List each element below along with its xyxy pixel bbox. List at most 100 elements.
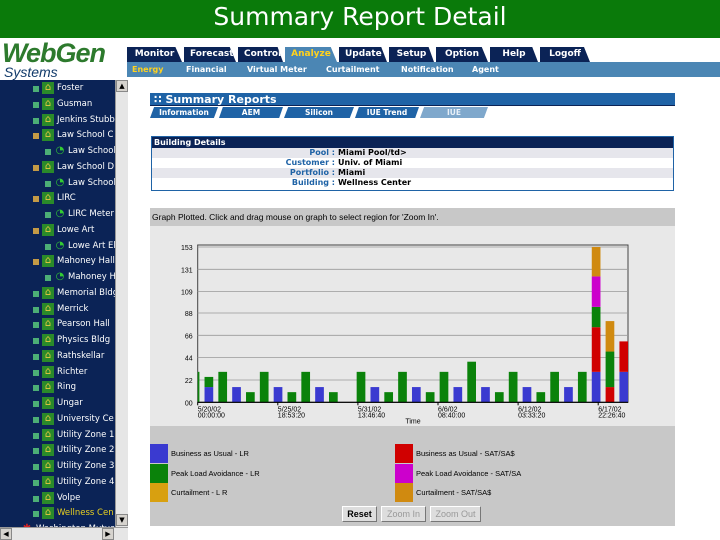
expand-icon[interactable]	[33, 495, 39, 502]
tree-item[interactable]: ⌂ Jenkins Stubb	[0, 113, 115, 128]
summary-tab-silicon-energy[interactable]: Silicon Energy	[284, 107, 354, 118]
summary-tab-iue-summary[interactable]: IUE Summary	[420, 107, 488, 118]
summary-tab-iue-trend[interactable]: IUE Trend	[355, 107, 419, 118]
building-details-panel: Building Details Pool : Miami Pool/td> Cus…	[151, 136, 674, 191]
tree-item[interactable]: ⌂ Volpe	[0, 491, 115, 506]
expand-icon[interactable]	[33, 338, 39, 344]
tree-item[interactable]: ⌂ Rathskellar	[0, 349, 115, 364]
summary-tab-information[interactable]: Information	[150, 107, 218, 118]
nav-tab-logoff[interactable]: Logoff	[540, 47, 590, 62]
summary-tab-aem[interactable]: AEM	[219, 107, 283, 118]
collapse-icon[interactable]	[33, 164, 39, 171]
tree-item[interactable]: ⌂ Gusman	[0, 97, 115, 112]
expand-icon[interactable]	[33, 290, 39, 297]
expand-icon[interactable]	[33, 464, 39, 470]
nav-tab-monitor[interactable]: Monitor	[127, 47, 182, 62]
collapse-icon[interactable]	[33, 259, 39, 266]
nav-tab-forecast[interactable]: Forecast	[184, 47, 236, 62]
tree-item[interactable]: ⌂ Merrick	[0, 302, 115, 317]
tree-item-label: Ring	[57, 382, 77, 393]
tree-item[interactable]: ⌂ University Ce	[0, 412, 115, 427]
expand-icon[interactable]	[33, 306, 39, 313]
tree-item[interactable]: ⌂ Utility Zone 2	[0, 443, 115, 458]
tree-item[interactable]: ⌂ Utility Zone 4	[0, 475, 115, 490]
nav-tab-update[interactable]: Update	[339, 47, 387, 62]
expand-icon[interactable]	[33, 117, 39, 124]
expand-icon[interactable]	[33, 401, 39, 407]
expand-icon[interactable]	[45, 149, 51, 155]
tree-item[interactable]: ◔ Law School	[0, 176, 115, 191]
tree-item[interactable]: ◔ Mahoney H	[0, 270, 115, 285]
expand-icon[interactable]	[33, 353, 39, 360]
subnav-agent[interactable]: Agent	[472, 62, 499, 77]
chart-area[interactable]: 00 22 44 66 88 109 131 153 5/20/02 00:00:00 5/25/0…	[150, 226, 675, 426]
nav-tab-help[interactable]: Help	[490, 47, 538, 62]
tree-item[interactable]: ⌂ Foster	[0, 81, 115, 96]
subnav-curtailment[interactable]: Curtailment	[326, 62, 380, 77]
reset-button[interactable]: Reset	[342, 506, 377, 522]
scroll-left-button[interactable]: ◀	[0, 528, 12, 540]
x-tick-time: 03:33:20	[518, 412, 545, 419]
building-icon: ⌂	[42, 349, 54, 362]
expand-icon[interactable]	[45, 212, 51, 218]
tree-item[interactable]: ⌂ Mahoney Hall	[0, 254, 115, 269]
expand-icon[interactable]	[33, 432, 39, 439]
expand-icon[interactable]	[33, 369, 39, 376]
tree-item[interactable]: ⌂ Wellness Cen	[0, 506, 115, 521]
stacked-bar-chart[interactable]: 00224466881091311535/20/0200:00:005/25/0…	[150, 226, 675, 426]
tree-item[interactable]: ◔ Lowe Art El	[0, 239, 115, 254]
expand-icon[interactable]	[33, 86, 39, 92]
tree-item[interactable]: ⌂ Physics Bldg	[0, 333, 115, 348]
nav-tab-option[interactable]: Option	[436, 47, 488, 62]
tree-item[interactable]: ⌂ Pearson Hall	[0, 317, 115, 332]
tree-item-label: LIRC	[57, 193, 76, 204]
collapse-icon[interactable]	[33, 227, 39, 234]
nav-tab-setup[interactable]: Setup	[389, 47, 434, 62]
scroll-right-button[interactable]: ▶	[102, 528, 114, 540]
tree-item[interactable]: ◔ LIRC Meter	[0, 207, 115, 222]
scroll-up-button[interactable]: ▲	[116, 80, 128, 92]
expand-icon[interactable]	[33, 448, 39, 455]
expand-icon[interactable]	[33, 101, 39, 108]
tree-item[interactable]: ⌂ Utility Zone 1	[0, 428, 115, 443]
subnav-virtual-meter[interactable]: Virtual Meter	[247, 62, 307, 77]
expand-icon[interactable]	[33, 416, 39, 423]
zoom-out-button[interactable]: Zoom Out	[430, 506, 481, 522]
zoom-in-button[interactable]: Zoom In	[381, 506, 426, 522]
x-tick-time: 08:40:00	[438, 412, 465, 419]
subnav-energy[interactable]: Energy	[132, 62, 163, 77]
expand-icon[interactable]	[33, 479, 39, 486]
x-tick-time: 22:26:40	[598, 412, 625, 419]
tree-item[interactable]: ⌂ Law School C	[0, 128, 115, 143]
bar-segment	[591, 247, 601, 277]
tree-item[interactable]: ⌂ Lowe Art	[0, 223, 115, 238]
tree-item[interactable]: ⌂ Ring	[0, 380, 115, 395]
expand-icon[interactable]	[45, 243, 51, 250]
nav-tab-control[interactable]: Control	[238, 47, 283, 62]
expand-icon[interactable]	[33, 385, 39, 392]
tree-item[interactable]: ⌂ Memorial Bldg	[0, 286, 115, 301]
tree-item-label: University Ce	[57, 413, 114, 424]
collapse-icon[interactable]	[33, 133, 39, 140]
scroll-down-button[interactable]: ▼	[116, 514, 128, 526]
legend-label: Curtailment - L R	[171, 488, 228, 497]
legend-swatch	[395, 444, 413, 463]
tree-vertical-scrollbar[interactable]: ▲ ▼	[115, 80, 128, 527]
tree-item[interactable]: ◔ Law School	[0, 144, 115, 159]
tree-item[interactable]: ⌂ Law School D	[0, 160, 115, 175]
expand-icon[interactable]	[45, 275, 51, 281]
nav-tab-analyze[interactable]: Analyze	[285, 47, 337, 62]
subnav-financial[interactable]: Financial	[186, 62, 227, 77]
tree-horizontal-scrollbar[interactable]: ◀ ▶	[0, 527, 128, 540]
tree-item[interactable]: ⌂ Richter	[0, 365, 115, 380]
tree-item[interactable]: ⌂ Ungar	[0, 396, 115, 411]
tree-item[interactable]: ⌂ LIRC	[0, 191, 115, 206]
tree-item-label: Rathskellar	[57, 350, 105, 361]
expand-icon[interactable]	[33, 511, 39, 518]
collapse-icon[interactable]	[33, 196, 39, 203]
subnav-notification[interactable]: Notification	[401, 62, 454, 77]
legend-swatch	[150, 483, 168, 502]
expand-icon[interactable]	[33, 322, 39, 329]
expand-icon[interactable]	[45, 180, 51, 187]
tree-item[interactable]: ⌂ Utility Zone 3	[0, 459, 115, 474]
